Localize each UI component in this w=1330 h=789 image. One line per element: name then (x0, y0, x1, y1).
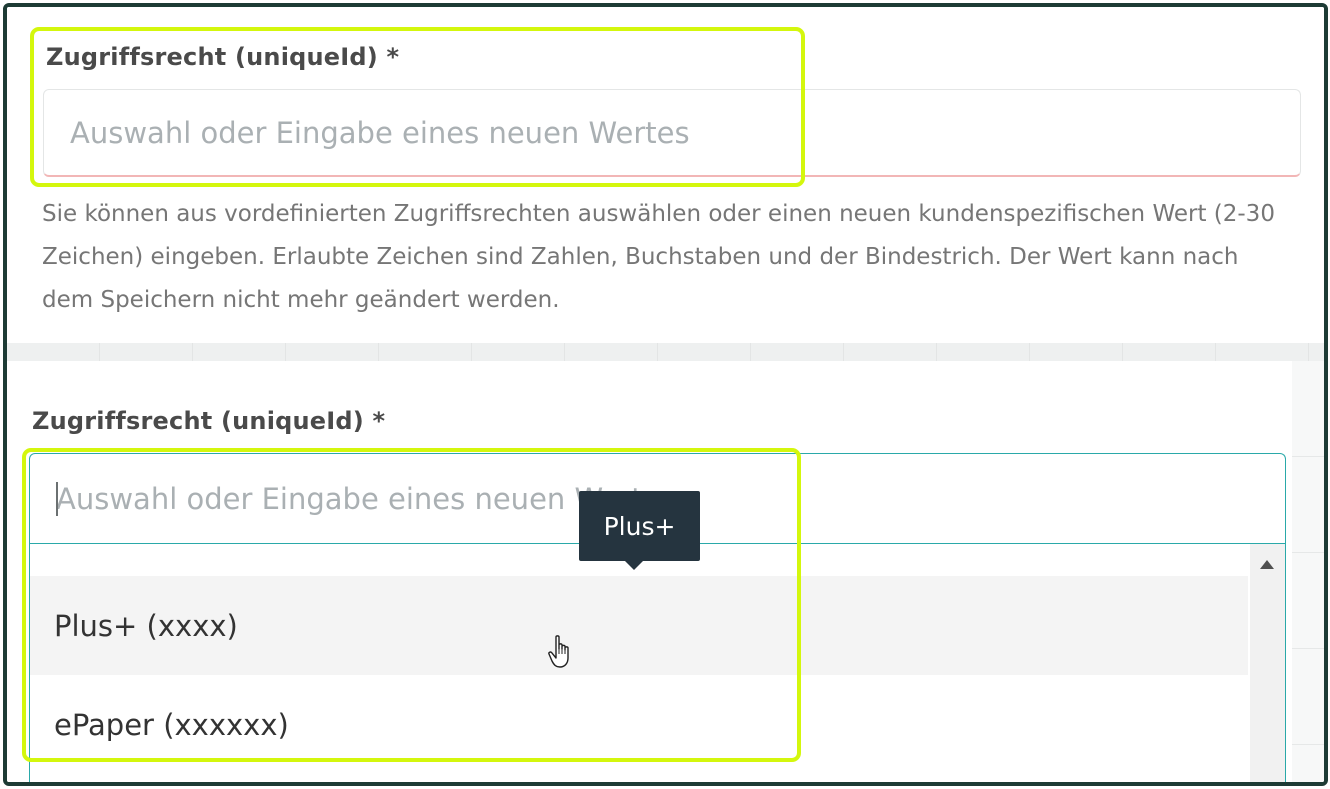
page-background-gutter (1292, 361, 1324, 782)
dropdown-option-label: ePaper (xxxxxx) (54, 707, 289, 742)
screenshot-frame: Zugriffsrecht (uniqueId) * Sie können au… (3, 3, 1328, 786)
text-caret (56, 482, 58, 516)
access-right-dropdown[interactable]: Plus+ (xxxx) ePaper (xxxxxx) (29, 543, 1286, 782)
dropdown-scrollbar[interactable] (1250, 544, 1285, 782)
dropdown-option-label: Plus+ (xxxx) (54, 608, 238, 643)
access-right-input[interactable] (43, 89, 1301, 177)
access-right-label-focused: Zugriffsrecht (uniqueId) * (32, 407, 386, 435)
tooltip-arrow (625, 561, 643, 570)
access-right-label: Zugriffsrecht (uniqueId) * (46, 43, 400, 71)
hand-pointer-cursor-icon (548, 635, 569, 668)
form-section-before: Zugriffsrecht (uniqueId) * Sie können au… (7, 7, 1324, 343)
dropdown-option-epaper[interactable]: ePaper (xxxxxx) (30, 675, 1248, 774)
option-tooltip: Plus+ (579, 491, 700, 561)
dropdown-option-plus[interactable]: Plus+ (xxxx) (30, 576, 1248, 675)
scroll-up-arrow-icon[interactable] (1260, 560, 1274, 569)
access-right-help-text: Sie können aus vordefinierten Zugriffsre… (42, 201, 1275, 313)
section-divider (7, 343, 1324, 361)
